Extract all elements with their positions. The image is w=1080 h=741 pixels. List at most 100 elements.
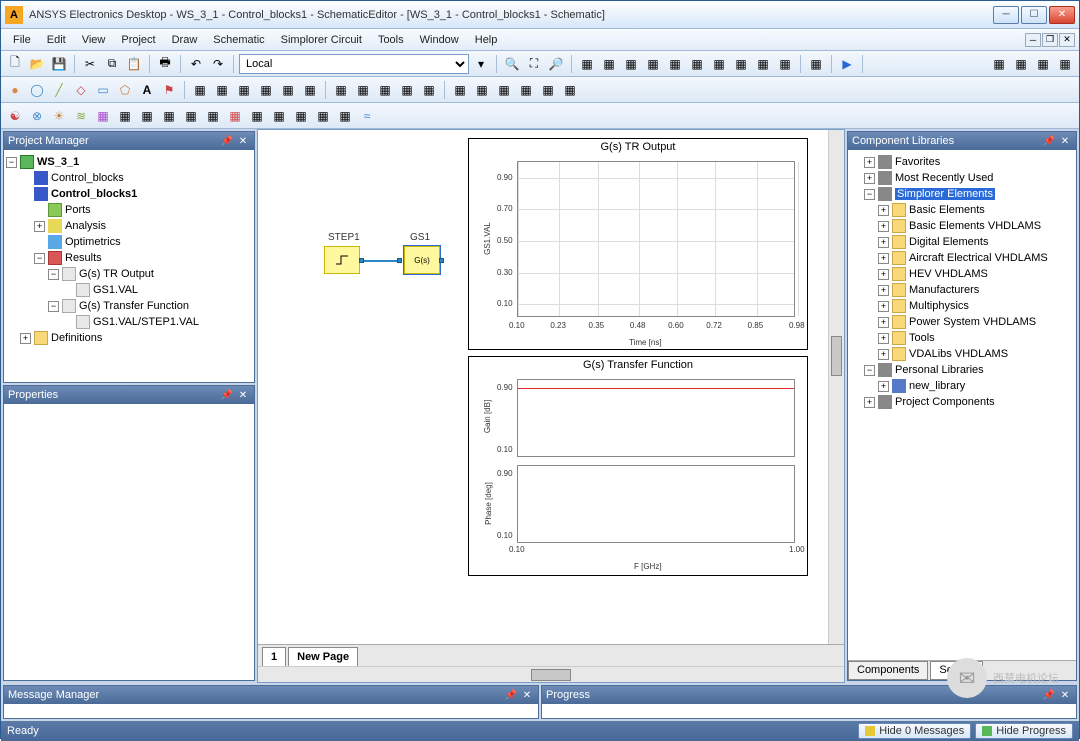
lib-item[interactable]: +Project Components [850, 394, 1074, 410]
zoom-fit-icon[interactable]: ⛶ [524, 54, 544, 74]
menu-project[interactable]: Project [113, 32, 163, 48]
pin-icon[interactable]: 📌 [220, 388, 234, 402]
tool-d-icon[interactable]: ▦ [643, 54, 663, 74]
menu-simplorer[interactable]: Simplorer Circuit [273, 32, 370, 48]
lib-item[interactable]: +Manufacturers [850, 282, 1074, 298]
block-step1[interactable] [324, 246, 360, 274]
port-out-gs1[interactable] [439, 258, 444, 263]
lib-item[interactable]: −Personal Libraries [850, 362, 1074, 378]
tree-item[interactable]: +Definitions [6, 330, 252, 346]
menu-schematic[interactable]: Schematic [205, 32, 272, 48]
t2-k-icon[interactable]: ▦ [419, 80, 439, 100]
tool-e-icon[interactable]: ▦ [665, 54, 685, 74]
cut-icon[interactable]: ✂ [80, 54, 100, 74]
paste-icon[interactable]: 📋 [124, 54, 144, 74]
pin-icon[interactable]: 📌 [1042, 134, 1056, 148]
child-close-button[interactable]: ✕ [1059, 33, 1075, 47]
tool-a-icon[interactable]: ▦ [577, 54, 597, 74]
tab-components[interactable]: Components [848, 661, 928, 680]
minimize-button[interactable]: ─ [993, 6, 1019, 24]
t2-j-icon[interactable]: ▦ [397, 80, 417, 100]
lib-item[interactable]: +Basic Elements VHDLAMS [850, 218, 1074, 234]
lib-item[interactable]: +Power System VHDLAMS [850, 314, 1074, 330]
panel-close-icon[interactable]: ✕ [520, 688, 534, 702]
tree-item[interactable]: +Analysis [6, 218, 252, 234]
t3-q-icon[interactable]: ≈ [357, 106, 377, 126]
menu-view[interactable]: View [74, 32, 114, 48]
t2-i-icon[interactable]: ▦ [375, 80, 395, 100]
panel-close-icon[interactable]: ✕ [236, 134, 250, 148]
t3-n-icon[interactable]: ▦ [291, 106, 311, 126]
print-icon[interactable]: 🖶 [155, 54, 175, 74]
tree-item[interactable]: Optimetrics [6, 234, 252, 250]
wire-1[interactable] [364, 260, 398, 262]
t3-c-icon[interactable]: ☀ [49, 106, 69, 126]
chart-transfer-function[interactable]: G(s) Transfer Function Gain [dB] Phase [… [468, 356, 808, 576]
t3-f-icon[interactable]: ▦ [115, 106, 135, 126]
dropdown-icon[interactable]: ▾ [471, 54, 491, 74]
tool-x1-icon[interactable]: ▦ [989, 54, 1009, 74]
tool-b-icon[interactable]: ▦ [599, 54, 619, 74]
lib-item[interactable]: +HEV VHDLAMS [850, 266, 1074, 282]
horizontal-scrollbar[interactable] [258, 666, 844, 682]
panel-close-icon[interactable]: ✕ [1058, 688, 1072, 702]
t2-o-icon[interactable]: ▦ [516, 80, 536, 100]
schematic-canvas[interactable]: STEP1 GS1 G(s) G(s) TR Output GS1.VAL Ti… [258, 130, 844, 644]
copy-icon[interactable]: ⧉ [102, 54, 122, 74]
t3-i-icon[interactable]: ▦ [181, 106, 201, 126]
rect-icon[interactable]: ▭ [93, 80, 113, 100]
tool-f-icon[interactable]: ▦ [687, 54, 707, 74]
panel-close-icon[interactable]: ✕ [236, 388, 250, 402]
tool-k-icon[interactable]: ▦ [806, 54, 826, 74]
tree-item[interactable]: GS1.VAL [6, 282, 252, 298]
play-icon[interactable]: ▶ [837, 54, 857, 74]
t3-k-icon[interactable]: ▦ [225, 106, 245, 126]
tree-item[interactable]: GS1.VAL/STEP1.VAL [6, 314, 252, 330]
t3-g-icon[interactable]: ▦ [137, 106, 157, 126]
tree-item[interactable]: −Results [6, 250, 252, 266]
poly-icon[interactable]: ⬠ [115, 80, 135, 100]
t2-q-icon[interactable]: ▦ [560, 80, 580, 100]
menu-edit[interactable]: Edit [39, 32, 74, 48]
project-tree[interactable]: −WS_3_1 Control_blocksControl_blocks1Por… [4, 150, 254, 382]
tool-j-icon[interactable]: ▦ [775, 54, 795, 74]
t2-e-icon[interactable]: ▦ [278, 80, 298, 100]
menu-help[interactable]: Help [467, 32, 506, 48]
pin-icon[interactable]: 📌 [220, 134, 234, 148]
library-tree[interactable]: +Favorites+Most Recently Used−Simplorer … [848, 150, 1076, 660]
t2-m-icon[interactable]: ▦ [472, 80, 492, 100]
chart-tr-output[interactable]: G(s) TR Output GS1.VAL Time [ns] 0.100.2… [468, 138, 808, 350]
menu-draw[interactable]: Draw [164, 32, 206, 48]
hide-messages-button[interactable]: Hide 0 Messages [858, 723, 971, 739]
lib-item[interactable]: +Tools [850, 330, 1074, 346]
t2-p-icon[interactable]: ▦ [538, 80, 558, 100]
lib-item[interactable]: +Most Recently Used [850, 170, 1074, 186]
properties-header[interactable]: Properties 📌✕ [4, 386, 254, 404]
vertical-scrollbar[interactable] [828, 130, 844, 644]
port-in-gs1[interactable] [397, 258, 402, 263]
block-gs1[interactable]: G(s) [404, 246, 440, 274]
progress-header[interactable]: Progress 📌✕ [542, 686, 1076, 704]
new-icon[interactable]: 🗋 [5, 54, 25, 74]
tool-c-icon[interactable]: ▦ [621, 54, 641, 74]
t3-p-icon[interactable]: ▦ [335, 106, 355, 126]
t3-o-icon[interactable]: ▦ [313, 106, 333, 126]
tool-h-icon[interactable]: ▦ [731, 54, 751, 74]
t3-j-icon[interactable]: ▦ [203, 106, 223, 126]
flag-icon[interactable]: ⚑ [159, 80, 179, 100]
t2-a-icon[interactable]: ▦ [190, 80, 210, 100]
t3-m-icon[interactable]: ▦ [269, 106, 289, 126]
t2-d-icon[interactable]: ▦ [256, 80, 276, 100]
tree-item[interactable]: −G(s) Transfer Function [6, 298, 252, 314]
tab-search[interactable]: Search [930, 661, 983, 680]
tree-item[interactable]: −G(s) TR Output [6, 266, 252, 282]
t3-d-icon[interactable]: ≋ [71, 106, 91, 126]
t2-f-icon[interactable]: ▦ [300, 80, 320, 100]
t2-l-icon[interactable]: ▦ [450, 80, 470, 100]
panel-close-icon[interactable]: ✕ [1058, 134, 1072, 148]
tool-x2-icon[interactable]: ▦ [1011, 54, 1031, 74]
ring-icon[interactable]: ◯ [27, 80, 47, 100]
line-icon[interactable]: ╱ [49, 80, 69, 100]
lib-item[interactable]: +VDALibs VHDLAMS [850, 346, 1074, 362]
scope-select[interactable]: Local [239, 54, 469, 74]
